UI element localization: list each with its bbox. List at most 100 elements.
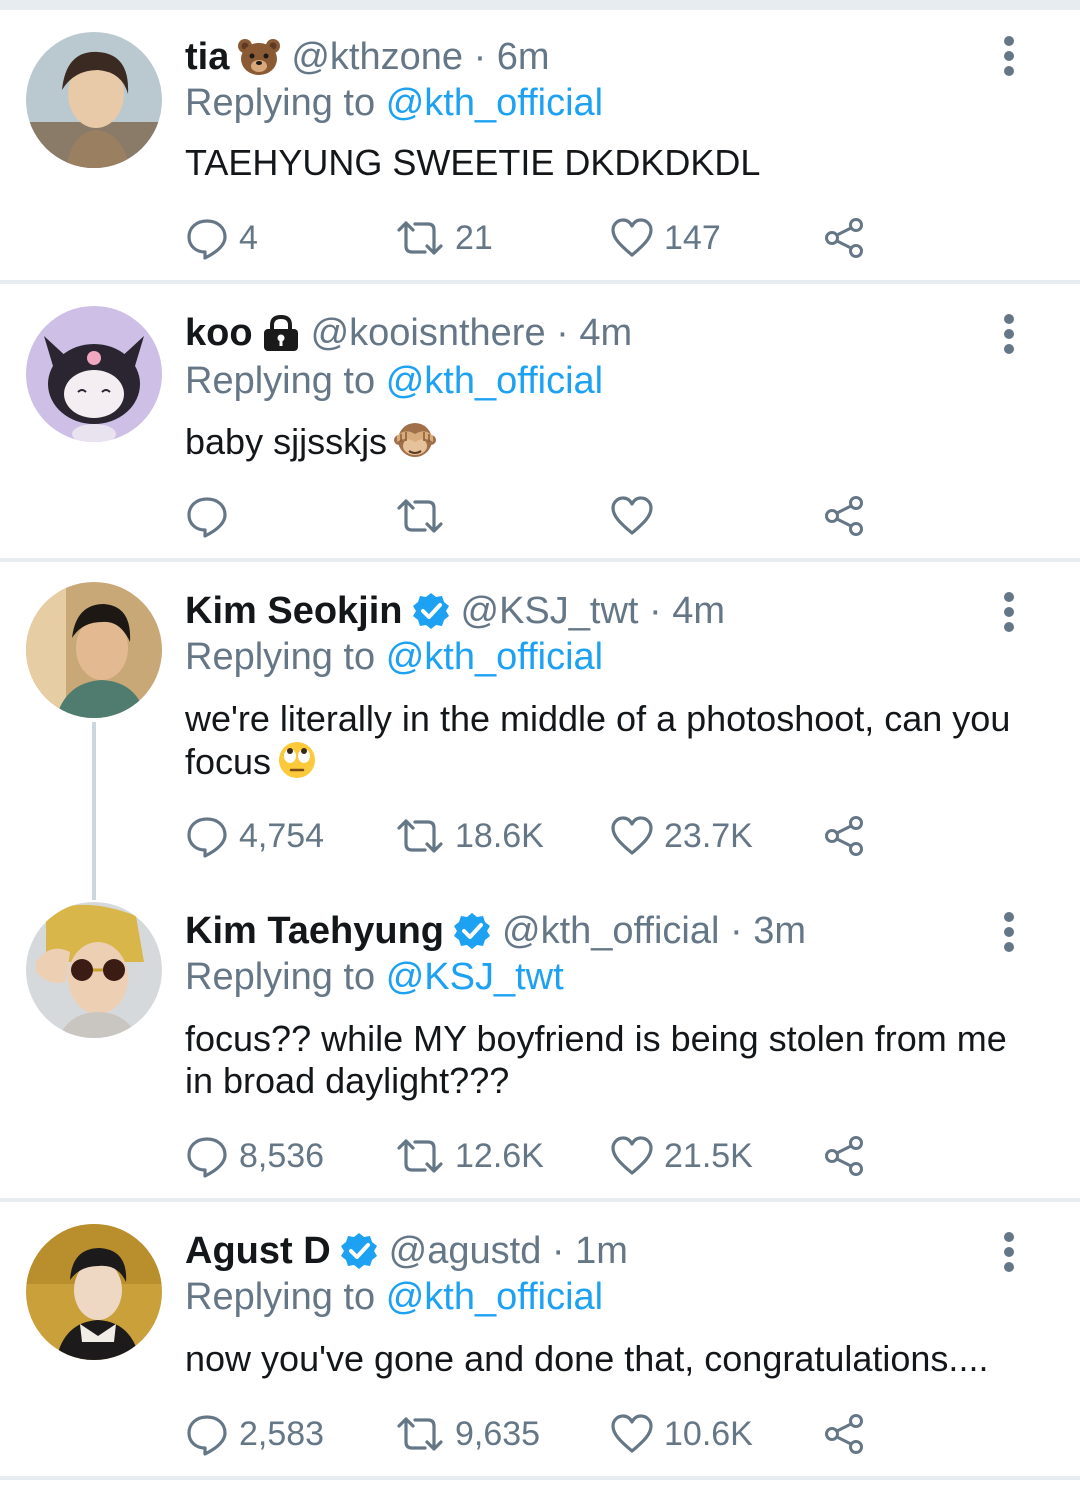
like-count: 147 — [664, 219, 721, 257]
tweet[interactable]: koo @kooisnthere · 4m Replying to @kth_of… — [0, 284, 1080, 560]
handle-and-time: @kooisnthere · 4m — [310, 312, 633, 354]
reply-button[interactable]: 2,583 — [185, 1411, 324, 1457]
retweet-icon — [397, 1417, 443, 1451]
heart-icon — [611, 218, 653, 257]
thread-connector — [92, 722, 96, 900]
replying-line: Replying to @kth_official — [185, 634, 603, 680]
display-name[interactable]: tia — [185, 32, 229, 82]
tweet[interactable]: Kim Seokjin @KSJ_twt · 4m Replying to @kt… — [0, 562, 1080, 900]
like-button[interactable]: 21.5K — [610, 1133, 753, 1179]
replying-to-link[interactable]: @kth_official — [386, 1276, 603, 1318]
retweet-icon — [397, 1139, 443, 1173]
share-button[interactable] — [823, 493, 865, 539]
replying-prefix: Replying to — [185, 636, 376, 678]
replying-to-link[interactable]: @KSJ_twt — [386, 956, 564, 998]
tweet-text-content: now you've gone and done that, congratul… — [185, 1338, 989, 1379]
retweet-count: 21 — [455, 219, 493, 257]
tweet[interactable]: Agust D @agustd · 1m Replying to @kth_off… — [0, 1202, 1080, 1478]
tweet-text: we're literally in the middle of a photo… — [185, 698, 1025, 789]
reply-button[interactable]: 8,536 — [185, 1133, 324, 1179]
more-options-icon[interactable] — [1000, 314, 1018, 354]
reply-count: 4,754 — [239, 817, 325, 855]
replying-to-link[interactable]: @kth_official — [386, 360, 603, 402]
like-button[interactable] — [610, 493, 664, 539]
reply-count: 4 — [239, 219, 258, 257]
reply-icon — [187, 1415, 227, 1456]
share-button[interactable] — [823, 215, 865, 261]
retweet-button[interactable]: 12.6K — [395, 1133, 544, 1179]
bear-face-icon — [237, 32, 281, 77]
retweet-button[interactable]: 9,635 — [395, 1411, 540, 1457]
reply-button[interactable] — [185, 493, 239, 539]
display-name[interactable]: koo — [185, 308, 253, 358]
more-options-icon[interactable] — [1000, 592, 1018, 632]
tweet-text: now you've gone and done that, congratul… — [185, 1338, 1025, 1380]
heart-icon — [611, 1414, 653, 1453]
retweet-count: 18.6K — [455, 817, 544, 855]
heart-icon — [611, 496, 653, 535]
like-count: 10.6K — [664, 1415, 753, 1453]
heart-icon — [611, 816, 653, 855]
display-name[interactable]: Kim Taehyung — [185, 906, 444, 956]
display-name[interactable]: Agust D — [185, 1226, 331, 1276]
more-options-icon[interactable] — [1000, 36, 1018, 76]
share-icon — [825, 1414, 863, 1454]
share-icon — [825, 816, 863, 856]
tweet[interactable]: tia @kthzone · 6m Replying to @kth_offici… — [0, 0, 1080, 282]
like-button[interactable]: 147 — [610, 215, 721, 261]
tweet-text-content: focus?? while MY boyfriend is being stol… — [185, 1018, 1007, 1101]
like-button[interactable]: 23.7K — [610, 813, 753, 859]
reply-count: 8,536 — [239, 1137, 325, 1175]
handle-and-time: @agustd · 1m — [388, 1230, 628, 1272]
lock-icon — [261, 308, 301, 353]
replying-to-link[interactable]: @kth_official — [386, 82, 603, 124]
replying-line: Replying to @kth_official — [185, 80, 603, 126]
retweet-icon — [397, 221, 443, 255]
more-options-icon[interactable] — [1000, 1232, 1018, 1272]
replying-line: Replying to @kth_official — [185, 358, 603, 404]
tweet-text-content: baby sjjsskjs — [185, 421, 388, 462]
retweet-icon — [397, 499, 443, 533]
reply-button[interactable]: 4,754 — [185, 813, 324, 859]
share-button[interactable] — [823, 1133, 865, 1179]
avatar[interactable] — [26, 582, 162, 718]
avatar[interactable] — [26, 902, 162, 1038]
replying-line: Replying to @kth_official — [185, 1274, 603, 1320]
like-count: 23.7K — [664, 817, 753, 855]
retweet-count: 12.6K — [455, 1137, 544, 1175]
reply-button[interactable]: 4 — [185, 215, 258, 261]
tweet-text: focus?? while MY boyfriend is being stol… — [185, 1018, 1025, 1102]
verified-badge-icon — [411, 586, 451, 631]
avatar[interactable] — [26, 1224, 162, 1360]
retweet-icon — [397, 819, 443, 853]
face-with-rolling-eyes-icon — [277, 740, 317, 789]
share-button[interactable] — [823, 1411, 865, 1457]
avatar[interactable] — [26, 32, 162, 168]
handle-and-time: @kth_official · 3m — [502, 910, 806, 952]
replying-prefix: Replying to — [185, 82, 376, 124]
heart-icon — [611, 1136, 653, 1175]
verified-badge-icon — [452, 906, 492, 951]
tweet[interactable]: Kim Taehyung @kth_official · 3m Replying … — [0, 880, 1080, 1198]
retweet-count: 9,635 — [455, 1415, 541, 1453]
retweet-button[interactable]: 18.6K — [395, 813, 544, 859]
avatar[interactable] — [26, 306, 162, 442]
handle-and-time: @KSJ_twt · 4m — [460, 590, 726, 632]
reply-icon — [187, 817, 227, 858]
divider — [0, 1476, 1080, 1480]
display-name[interactable]: Kim Seokjin — [185, 586, 403, 636]
replying-to-link[interactable]: @kth_official — [386, 636, 603, 678]
verified-badge-icon — [339, 1226, 379, 1271]
tweet-text: TAEHYUNG SWEETIE DKDKDKDL — [185, 142, 1025, 184]
like-button[interactable]: 10.6K — [610, 1411, 753, 1457]
see-no-evil-monkey-icon — [393, 420, 437, 469]
more-options-icon[interactable] — [1000, 912, 1018, 952]
share-button[interactable] — [823, 813, 865, 859]
like-count: 21.5K — [664, 1137, 753, 1175]
reply-icon — [187, 219, 227, 260]
share-icon — [825, 218, 863, 258]
replying-prefix: Replying to — [185, 1276, 376, 1318]
share-icon — [825, 1136, 863, 1176]
retweet-button[interactable] — [395, 493, 455, 539]
retweet-button[interactable]: 21 — [395, 215, 493, 261]
